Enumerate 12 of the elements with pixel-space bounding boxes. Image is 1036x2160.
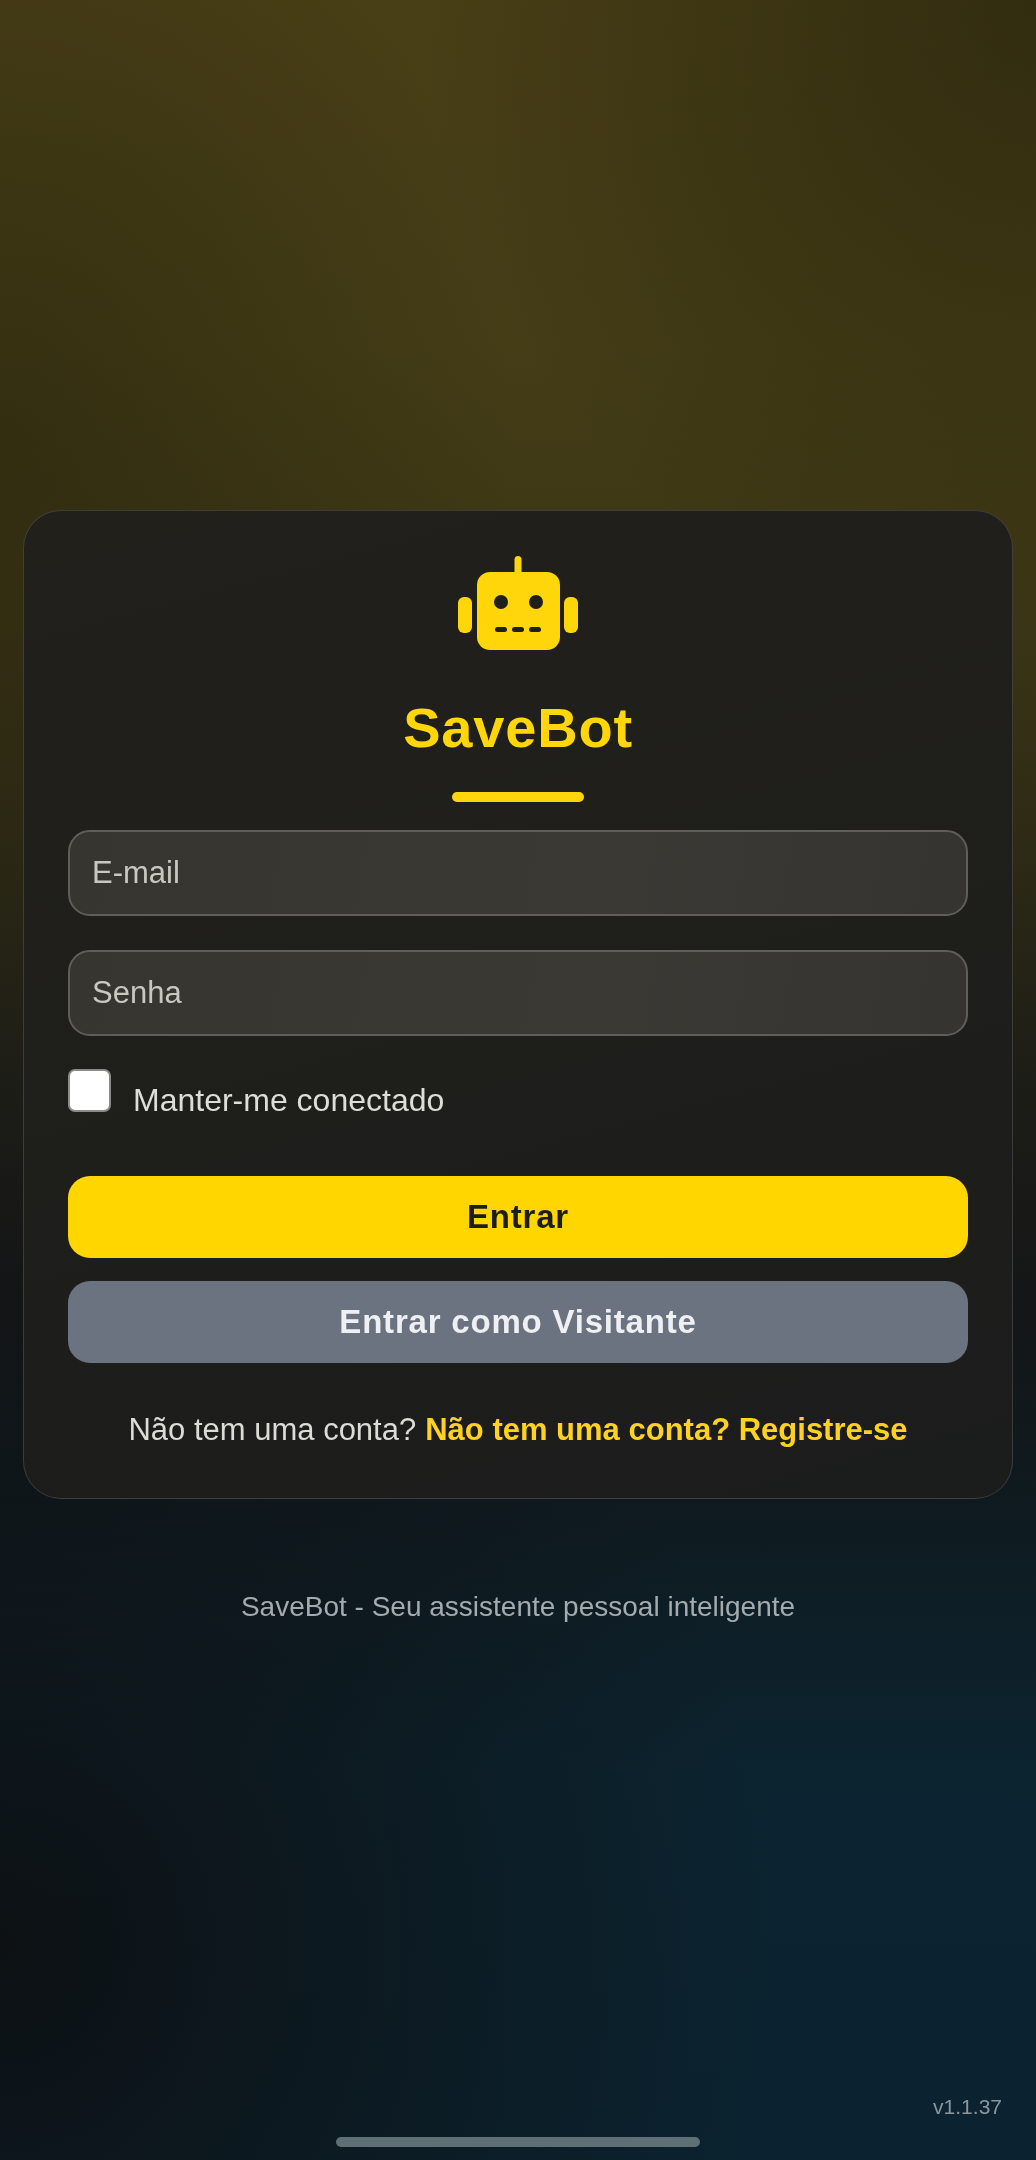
checkbox[interactable] <box>68 1069 111 1112</box>
password-field[interactable]: Senha <box>68 950 968 1036</box>
app-title: SaveBot <box>403 696 633 760</box>
robot-icon <box>458 556 578 650</box>
tagline: SaveBot - Seu assistente pessoal inteligente <box>240 1590 796 1624</box>
sign-in-button[interactable]: Entrar <box>68 1176 968 1258</box>
guest-sign-in-button[interactable]: Entrar como Visitante <box>68 1281 968 1363</box>
signup-prompt: Não tem uma conta? <box>128 1411 417 1449</box>
remember-me-label[interactable]: Manter-me conectado <box>133 1081 445 1119</box>
email-field[interactable]: E-mail <box>68 830 968 916</box>
version-label: v1.1.37 <box>933 2094 1002 2120</box>
register-link[interactable]: Não tem uma conta? Registre-se <box>425 1410 908 1450</box>
